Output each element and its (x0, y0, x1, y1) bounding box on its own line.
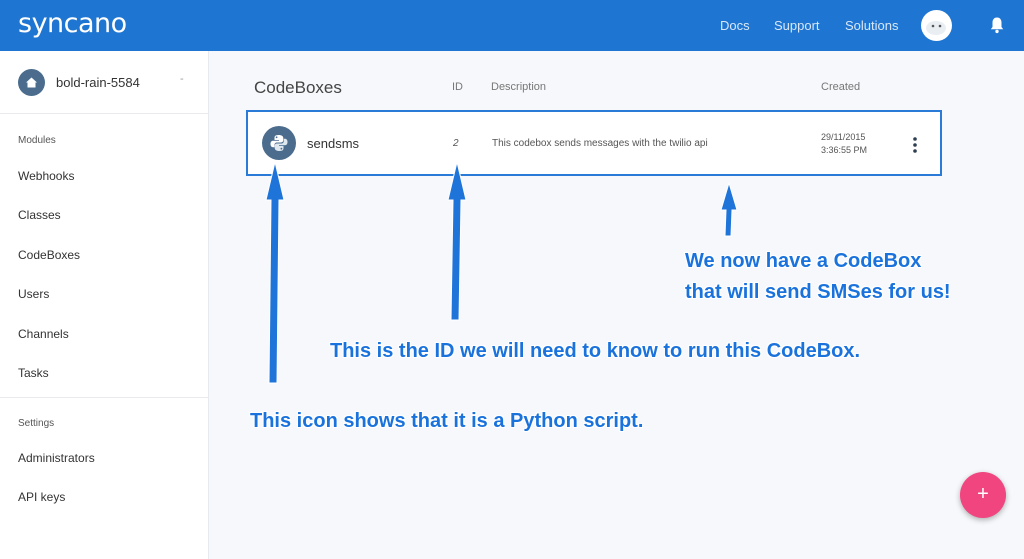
sidebar-item-tasks[interactable]: Tasks (18, 366, 49, 380)
divider (0, 397, 209, 398)
annotation-codebox-line2: that will send SMSes for us! (685, 281, 951, 303)
instance-caret[interactable]: - (180, 73, 184, 85)
settings-section-title: Settings (18, 418, 55, 429)
sidebar-item-administrators[interactable]: Administrators (18, 451, 95, 465)
annotation-icon-note: This icon shows that it is a Python scri… (250, 410, 644, 432)
instance-name: bold-rain-5584 (56, 75, 140, 90)
modules-section-title: Modules (18, 135, 56, 146)
codebox-description: This codebox sends messages with the twi… (492, 138, 708, 149)
codebox-row[interactable]: sendsms 2 This codebox sends messages wi… (246, 110, 942, 176)
codebox-name[interactable]: sendsms (307, 136, 359, 151)
nav-solutions[interactable]: Solutions (845, 18, 898, 33)
codebox-created-time: 3:36:55 PM (821, 145, 868, 155)
column-header-id: ID (452, 81, 463, 93)
add-codebox-button[interactable]: + (960, 472, 1006, 518)
sidebar-item-users[interactable]: Users (18, 287, 49, 301)
codebox-created: 29/11/2015 3:36:55 PM (821, 131, 867, 157)
column-header-created: Created (821, 81, 861, 93)
top-bar: syncano Docs Support Solutions (0, 0, 1024, 51)
nav-docs[interactable]: Docs (720, 18, 750, 33)
python-icon (262, 126, 296, 160)
sidebar-item-classes[interactable]: Classes (18, 208, 61, 222)
home-icon (18, 69, 45, 96)
divider (0, 113, 209, 114)
sidebar-item-channels[interactable]: Channels (18, 327, 69, 341)
sidebar-item-api-keys[interactable]: API keys (18, 490, 65, 504)
annotation-id-note: This is the ID we will need to know to r… (330, 340, 861, 362)
page-title: CodeBoxes (254, 78, 342, 97)
codebox-id: 2 (453, 138, 459, 149)
nav-support[interactable]: Support (774, 18, 820, 33)
annotation-codebox-line1: We now have a CodeBox (685, 250, 922, 272)
sidebar: bold-rain-5584 - Modules Webhooks Classe… (0, 51, 209, 559)
bell-icon[interactable] (989, 16, 1005, 34)
user-avatar[interactable] (921, 10, 952, 41)
sidebar-item-webhooks[interactable]: Webhooks (18, 169, 74, 183)
syncano-logo[interactable]: syncano (18, 8, 127, 39)
more-options-icon[interactable] (912, 136, 918, 154)
instance-selector[interactable]: bold-rain-5584 - (18, 69, 198, 99)
column-header-description: Description (491, 81, 547, 93)
codebox-created-date: 29/11/2015 (821, 132, 866, 142)
sidebar-item-codeboxes[interactable]: CodeBoxes (18, 248, 80, 262)
